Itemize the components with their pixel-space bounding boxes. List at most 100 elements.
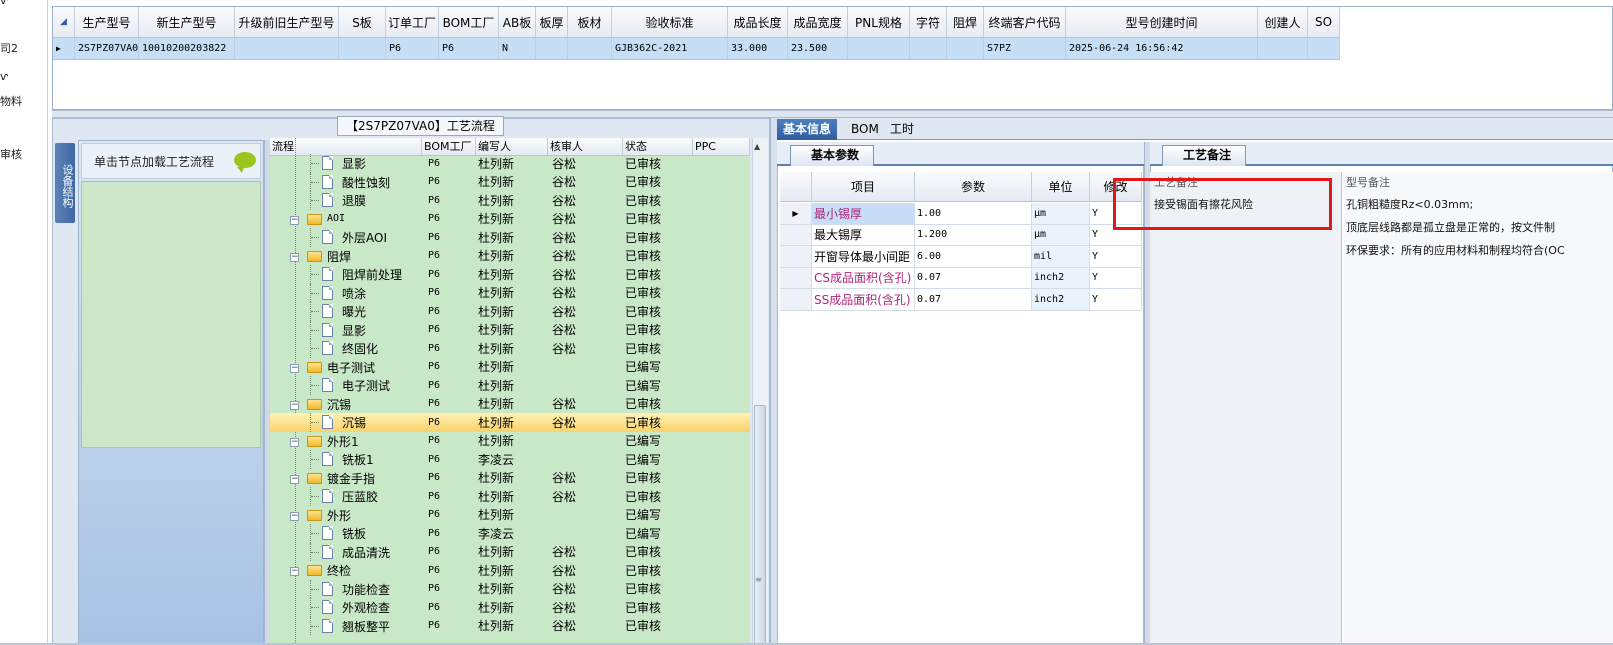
tree-row[interactable]: 沉锡 P6 杜列新 谷松 已审核 [270,413,750,432]
tree-node[interactable]: 外层AOI [270,228,422,247]
param-value[interactable]: 1.00 [915,203,1032,224]
tree-row[interactable]: 退膜 P6 杜列新 谷松 已审核 [270,191,750,210]
grid-cell[interactable] [339,38,386,59]
tree-row[interactable]: 外观检查 P6 杜列新 谷松 已审核 [270,598,750,617]
grid-cell[interactable]: 23.500 [788,38,848,59]
tree-row[interactable]: − AOI P6 杜列新 谷松 已审核 [270,210,750,229]
grid-cell[interactable]: GJB362C-2021 [612,38,728,59]
grid-cell[interactable]: N [499,38,536,59]
column-header-item[interactable]: 项目 [812,172,915,201]
tree-row[interactable]: 铣板 P6 李凌云 已编写 [270,524,750,543]
left-nav-item[interactable]: ⱱ [0,0,8,7]
column-header[interactable]: 升级前旧生产型号 [235,7,339,37]
column-header-status[interactable]: 状态 [623,138,693,155]
params-row[interactable]: 最大锡厚 1.200 μm Y [780,224,1142,246]
process-remark-column[interactable] [1150,172,1342,645]
grid-cell[interactable]: 33.000 [728,38,788,59]
grid-cell[interactable]: 2025-06-24 16:56:42 [1066,38,1258,59]
column-header-bom[interactable]: BOM工厂 [422,138,476,155]
column-header[interactable]: PNL规格 [848,7,910,37]
tree-scrollbar-thumb[interactable] [754,405,766,645]
param-value[interactable]: 0.07 [915,267,1032,288]
collapse-icon[interactable]: − [290,252,299,262]
tab-bom[interactable]: BOM [845,119,885,140]
tree-node[interactable]: 翘板整平 [270,616,422,635]
params-row[interactable]: SS成品面积(含孔) 0.07 inch2 Y [780,289,1142,311]
tree-node[interactable]: − 终检 [270,561,422,580]
tree-row[interactable]: − 沉锡 P6 杜列新 谷松 已审核 [270,395,750,414]
grid-cell[interactable]: S7PZ [984,38,1066,59]
grid-cell[interactable] [536,38,568,59]
tree-node[interactable]: 压蓝胶 [270,487,422,506]
tree-node[interactable]: 阻焊前处理 [270,265,422,284]
column-header-unit[interactable]: 单位 [1032,172,1090,201]
tree-row[interactable]: 电子测试 P6 杜列新 已编写 [270,376,750,395]
grid-cell[interactable]: P6 [386,38,439,59]
grid-cell[interactable] [568,38,612,59]
tree-row[interactable]: 曝光 P6 杜列新 谷松 已审核 [270,302,750,321]
tree-node[interactable]: − 沉锡 [270,395,422,414]
tree-node[interactable]: − 电子测试 [270,358,422,377]
tree-node[interactable]: − 镀金手指 [270,469,422,488]
tree-row[interactable]: − 阻焊 P6 杜列新 谷松 已审核 [270,247,750,266]
collapse-icon[interactable]: − [290,437,299,447]
column-header-param[interactable]: 参数 [915,172,1032,201]
tree-node[interactable]: 显影 [270,320,422,339]
model-remark-line[interactable]: 顶底层线路都是孤立盘是正常的，按文件制 [1346,219,1555,235]
column-header[interactable]: 创建人 [1258,7,1308,37]
column-header[interactable]: 字符 [910,7,947,37]
column-header[interactable]: 板材 [568,7,612,37]
tree-node[interactable]: 曝光 [270,302,422,321]
tab-process-remark[interactable]: 工艺备注 [1162,145,1247,166]
tree-node[interactable]: 终固化 [270,339,422,358]
tree-node[interactable]: 功能检查 [270,579,422,598]
column-header-flow[interactable]: 流程 [270,138,422,155]
tree-node[interactable]: 铣板1 [270,450,422,469]
column-header[interactable]: SO [1308,7,1340,37]
params-row[interactable]: ▶ 最小锡厚 1.00 μm Y [780,203,1142,225]
param-unit[interactable]: inch2 [1032,289,1090,310]
tree-node[interactable]: 喷涂 [270,283,422,302]
collapse-icon[interactable]: − [290,567,299,576]
tab-basic-info[interactable]: 基本信息 [777,119,838,140]
collapse-icon[interactable]: − [290,400,299,410]
column-header[interactable]: 成品宽度 [788,7,848,37]
param-modified[interactable]: Y [1090,246,1142,267]
model-grid-row[interactable]: ▶ 2S7PZ07VA0 10010200203822 P6 P6 N GJB362C-20… [53,38,1340,60]
column-header[interactable]: 生产型号 [75,7,139,37]
column-header[interactable]: 新生产型号 [139,7,235,37]
tree-row[interactable]: 压蓝胶 P6 杜列新 谷松 已审核 [270,487,750,506]
params-row[interactable]: CS成品面积(含孔) 0.07 inch2 Y [780,267,1142,289]
tree-row[interactable]: 翘板整平 P6 杜列新 谷松 已审核 [270,616,750,635]
grid-cell[interactable]: 10010200203822 [139,38,235,59]
left-nav-item[interactable]: 审核 [0,146,22,162]
tree-node[interactable]: 退膜 [270,191,422,210]
horizontal-splitter[interactable] [52,110,1613,118]
tab-work-hours[interactable]: 工时 [884,119,920,140]
tree-node[interactable]: 外观检查 [270,598,422,617]
grid-cell[interactable] [235,38,339,59]
grid-cell[interactable]: P6 [439,38,499,59]
center-splitter[interactable] [770,118,777,645]
tree-node[interactable]: − 外形1 [270,432,422,451]
param-modified[interactable]: Y [1090,267,1142,288]
collapse-icon[interactable]: − [290,474,299,484]
model-remark-line[interactable]: 环保要求：所有的应用材料和制程均符合(OC [1346,242,1565,258]
tree-node[interactable]: 电子测试 [270,376,422,395]
tree-row[interactable]: − 镀金手指 P6 杜列新 谷松 已审核 [270,469,750,488]
grid-cell[interactable] [947,38,984,59]
param-value[interactable]: 0.07 [915,289,1032,310]
column-header-reviewer[interactable]: 核审人 [548,138,623,155]
left-nav-item[interactable]: 物料 [0,93,22,109]
tree-row[interactable]: 显影 P6 杜列新 谷松 已审核 [270,154,750,173]
tree-row[interactable]: 外层AOI P6 杜列新 谷松 已审核 [270,228,750,247]
param-unit[interactable]: μm [1032,224,1090,245]
scroll-up-arrow-icon[interactable]: ▲ [754,142,760,151]
param-unit[interactable]: μm [1032,203,1090,224]
column-header-writer[interactable]: 编写人 [476,138,548,155]
column-header[interactable]: 成品长度 [728,7,788,37]
tree-row[interactable]: 酸性蚀刻 P6 杜列新 谷松 已审核 [270,172,750,191]
column-header[interactable]: 验收标准 [612,7,728,37]
nav-tree-area[interactable] [81,181,261,448]
param-unit[interactable]: inch2 [1032,267,1090,288]
